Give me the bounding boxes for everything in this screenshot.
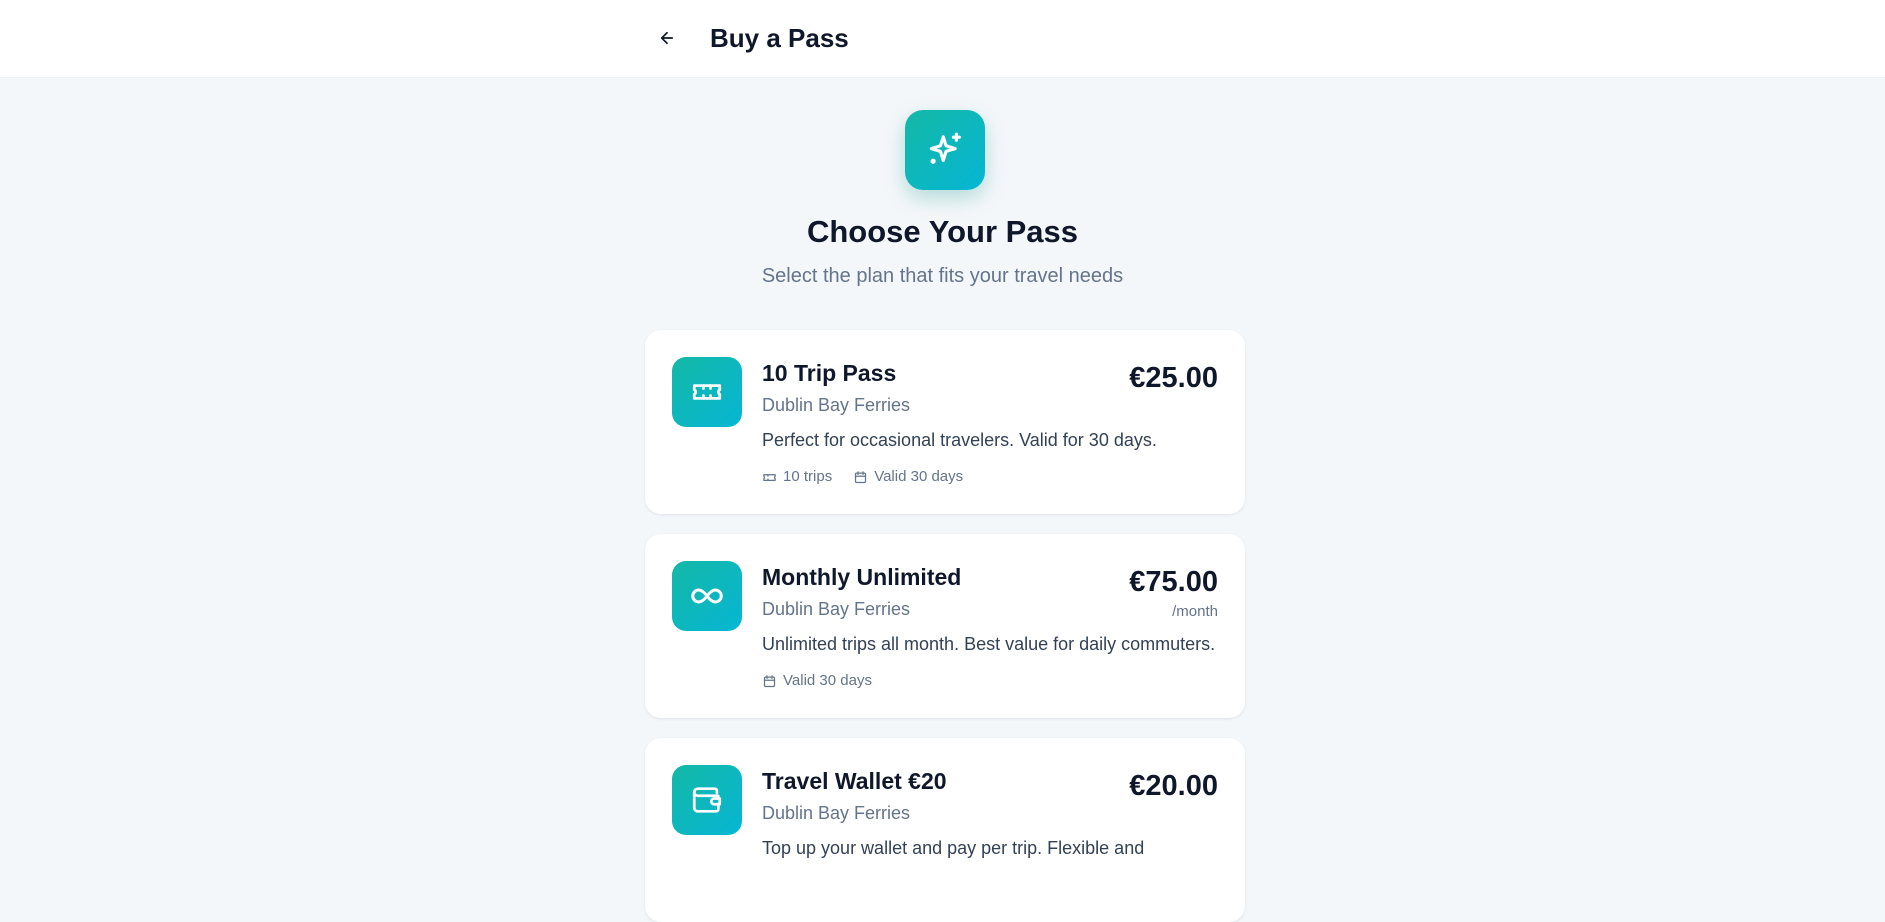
pass-name: Travel Wallet €20 bbox=[762, 768, 947, 794]
validity-label: Valid 30 days bbox=[783, 672, 872, 689]
infinity-icon bbox=[689, 578, 725, 614]
pass-price: €75.00 bbox=[1129, 566, 1218, 598]
pass-price: €25.00 bbox=[1129, 362, 1218, 394]
pass-icon-badge bbox=[672, 357, 742, 427]
validity-meta: Valid 30 days bbox=[762, 671, 872, 691]
hero-icon-badge bbox=[905, 110, 985, 190]
calendar-icon bbox=[853, 470, 868, 485]
trips-meta: 10 trips bbox=[762, 467, 832, 487]
pass-description: Unlimited trips all month. Best value fo… bbox=[762, 634, 1216, 654]
validity-label: Valid 30 days bbox=[874, 468, 964, 485]
pass-description: Top up your wallet and pay per trip. Fle… bbox=[762, 838, 1145, 858]
hero-title: Choose Your Pass bbox=[806, 214, 1079, 249]
pass-operator: Dublin Bay Ferries bbox=[762, 803, 911, 823]
pass-card-10-trip[interactable]: 10 Trip Pass Dublin Bay Ferries €25.00 P… bbox=[645, 330, 1245, 514]
pass-card-monthly-unlimited[interactable]: Monthly Unlimited Dublin Bay Ferries €75… bbox=[645, 534, 1245, 718]
page-title: Buy a Pass bbox=[710, 23, 849, 53]
ticket-small-icon bbox=[762, 470, 777, 485]
calendar-icon bbox=[762, 674, 777, 689]
pass-meta: Valid 30 days bbox=[762, 671, 872, 691]
hero-subtitle: Select the plan that fits your travel ne… bbox=[761, 265, 1124, 287]
pass-period: /month bbox=[1172, 603, 1218, 620]
pass-card-travel-wallet[interactable]: Travel Wallet €20 Dublin Bay Ferries €20… bbox=[645, 738, 1245, 922]
pass-icon-badge bbox=[672, 561, 742, 631]
pass-name: Monthly Unlimited bbox=[762, 564, 962, 590]
trips-label: 10 trips bbox=[783, 468, 833, 485]
back-button[interactable] bbox=[646, 20, 688, 56]
pass-operator: Dublin Bay Ferries bbox=[762, 395, 911, 415]
pass-description: Perfect for occasional travelers. Valid … bbox=[762, 430, 1157, 450]
pass-price: €20.00 bbox=[1129, 770, 1218, 802]
sparkles-icon bbox=[924, 129, 966, 171]
arrow-left-icon bbox=[658, 29, 676, 47]
ticket-icon bbox=[690, 375, 724, 409]
pass-meta: 10 trips Valid 30 days bbox=[762, 467, 963, 487]
pass-name: 10 Trip Pass bbox=[762, 360, 897, 386]
pass-operator: Dublin Bay Ferries bbox=[762, 599, 911, 619]
top-bar: Buy a Pass bbox=[0, 0, 1885, 78]
wallet-icon bbox=[690, 783, 724, 817]
pass-icon-badge bbox=[672, 765, 742, 835]
validity-meta: Valid 30 days bbox=[853, 467, 963, 487]
